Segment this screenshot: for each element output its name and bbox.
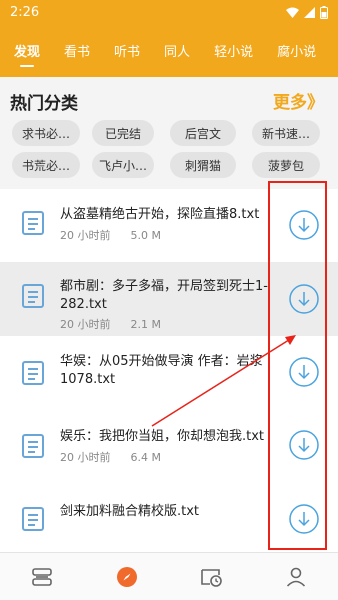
wifi-icon xyxy=(286,7,299,18)
document-icon xyxy=(22,211,44,235)
document-icon xyxy=(22,361,44,385)
status-time: 2:26 xyxy=(10,4,40,20)
hot-categories-section: 热门分类 更多》 求书必… 已完结 后宫文 新书速… 书荒必… 飞卢小… 刺猬猫… xyxy=(0,77,338,189)
more-link[interactable]: 更多》 xyxy=(273,88,324,113)
file-meta: 20 小时前 5.0 M xyxy=(60,227,181,243)
nav-bookshelf[interactable] xyxy=(0,553,85,600)
nav-profile[interactable] xyxy=(254,553,338,600)
file-title: 都市剧：多子多福，开局签到死士1-282.txt xyxy=(60,279,268,312)
bottom-nav xyxy=(0,552,338,600)
download-icon[interactable] xyxy=(288,356,320,388)
status-bar: 2:26 xyxy=(0,0,338,24)
list-item[interactable]: 都市剧：多子多福，开局签到死士1-282.txt 20 小时前 2.1 M xyxy=(0,262,338,336)
list-item[interactable]: 剑来加料融合精校版.txt xyxy=(0,482,338,552)
file-time: 20 小时前 xyxy=(60,318,111,331)
category-chip[interactable]: 刺猬猫 xyxy=(170,152,236,178)
file-list: 从盗墓精绝古开始，探险直播8.txt 20 小时前 5.0 M 都市剧：多子多福，… xyxy=(0,189,338,552)
bookshelf-icon xyxy=(32,567,53,586)
category-chip[interactable]: 菠萝包 xyxy=(252,152,320,178)
list-item[interactable]: 华娱：从05开始做导演 作者：岩浆1078.txt xyxy=(0,336,338,409)
document-icon xyxy=(22,284,44,308)
category-chip[interactable]: 求书必… xyxy=(12,120,80,146)
file-title: 华娱：从05开始做导演 作者：岩浆1078.txt xyxy=(60,354,263,387)
file-time: 20 小时前 xyxy=(60,451,111,464)
tab-fanfic[interactable]: 同人 xyxy=(164,41,190,60)
tab-read[interactable]: 看书 xyxy=(64,41,90,60)
tab-discover[interactable]: 发现 xyxy=(14,41,40,67)
file-meta: 20 小时前 6.4 M xyxy=(60,449,181,465)
tab-listen[interactable]: 听书 xyxy=(114,41,140,60)
history-icon xyxy=(201,568,223,587)
file-size: 5.0 M xyxy=(130,229,161,242)
section-title: 热门分类 xyxy=(10,94,78,114)
category-chip[interactable]: 书荒必… xyxy=(12,152,80,178)
file-title: 剑来加料融合精校版.txt xyxy=(60,504,200,519)
battery-icon xyxy=(320,5,328,19)
signal-icon xyxy=(304,6,315,18)
download-icon[interactable] xyxy=(288,209,320,241)
tab-light-novel[interactable]: 轻小说 xyxy=(214,41,253,60)
file-title: 从盗墓精绝古开始，探险直播8.txt xyxy=(60,207,260,222)
status-icons xyxy=(286,5,328,19)
file-meta: 20 小时前 2.1 M xyxy=(60,316,181,332)
document-icon xyxy=(22,434,44,458)
category-chip[interactable]: 飞卢小… xyxy=(92,152,154,178)
download-icon[interactable] xyxy=(288,503,320,535)
category-chip[interactable]: 新书速… xyxy=(252,120,320,146)
file-size: 2.1 M xyxy=(130,318,161,331)
download-icon[interactable] xyxy=(288,283,320,315)
tab-bl-novel[interactable]: 腐小说 xyxy=(277,41,316,60)
nav-history[interactable] xyxy=(169,553,254,600)
nav-discover[interactable] xyxy=(85,553,170,600)
file-title: 娱乐：我把你当姐，你却想泡我.txt xyxy=(60,429,265,444)
document-icon xyxy=(22,507,44,531)
profile-icon xyxy=(286,567,305,587)
category-chip[interactable]: 已完结 xyxy=(92,120,154,146)
list-item[interactable]: 娱乐：我把你当姐，你却想泡我.txt 20 小时前 6.4 M xyxy=(0,409,338,482)
list-item[interactable]: 从盗墓精绝古开始，探险直播8.txt 20 小时前 5.0 M xyxy=(0,189,338,262)
download-icon[interactable] xyxy=(288,429,320,461)
discover-icon xyxy=(116,566,137,587)
file-size: 6.4 M xyxy=(130,451,161,464)
category-chip[interactable]: 后宫文 xyxy=(170,120,236,146)
app-header: 2:26 发现 看书 听书 同人 轻小说 腐小说 xyxy=(0,0,338,77)
top-tabs: 发现 看书 听书 同人 轻小说 腐小说 xyxy=(0,24,338,77)
file-time: 20 小时前 xyxy=(60,229,111,242)
